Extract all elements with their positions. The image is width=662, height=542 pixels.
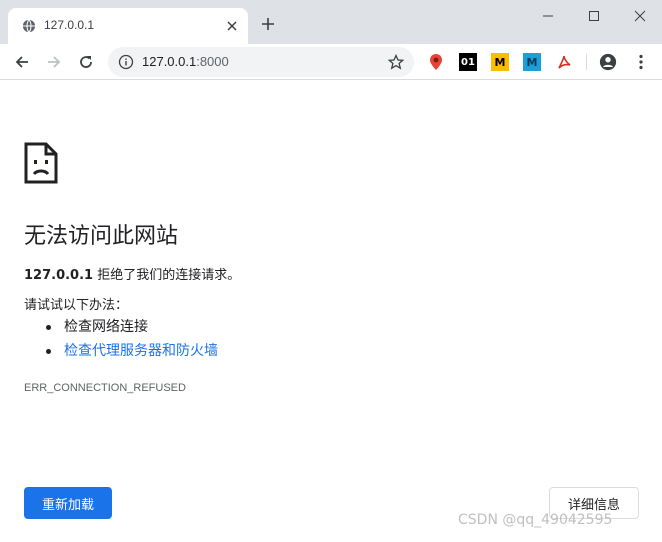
globe-icon bbox=[22, 19, 36, 33]
suggestions-title: 请试试以下办法： bbox=[24, 298, 129, 313]
tab-strip: 127.0.0.1 bbox=[0, 0, 662, 44]
error-code: ERR_CONNECTION_REFUSED bbox=[24, 382, 186, 394]
active-tab[interactable]: 127.0.0.1 bbox=[8, 8, 248, 44]
maximize-icon[interactable] bbox=[582, 4, 606, 28]
info-icon[interactable] bbox=[118, 54, 134, 70]
suggestion-check-proxy-link[interactable]: 检查代理服务器和防火墙 bbox=[24, 342, 218, 366]
ext-01-icon[interactable]: 01 bbox=[459, 53, 477, 71]
error-summary-text: 拒绝了我们的连接请求。 bbox=[93, 268, 241, 283]
sad-document-icon bbox=[24, 142, 58, 184]
error-heading: 无法访问此网站 bbox=[24, 224, 179, 249]
bullet bbox=[46, 349, 51, 354]
toolbar-separator bbox=[586, 54, 587, 70]
suggestion-link-text[interactable]: 检查代理服务器和防火墙 bbox=[64, 343, 218, 359]
profile-avatar-icon[interactable] bbox=[599, 53, 617, 71]
maps-pin-icon[interactable] bbox=[427, 53, 445, 71]
ext-m-yellow-icon[interactable]: M bbox=[491, 53, 509, 71]
address-bar[interactable]: 127.0.0.1:8000 bbox=[108, 47, 414, 77]
suggestions-list: 检查网络连接 检查代理服务器和防火墙 bbox=[24, 318, 218, 366]
error-summary: 127.0.0.1 拒绝了我们的连接请求。 bbox=[24, 264, 240, 283]
bookmark-star-icon[interactable] bbox=[388, 54, 404, 70]
back-arrow-icon[interactable] bbox=[10, 50, 34, 74]
suggestion-check-network: 检查网络连接 bbox=[24, 318, 218, 342]
tab-close-icon[interactable] bbox=[224, 18, 240, 34]
url-host: 127.0.0.1 bbox=[142, 54, 197, 69]
watermark-text: CSDN @qq_49042595 bbox=[458, 512, 613, 528]
bullet bbox=[46, 325, 51, 330]
error-host: 127.0.0.1 bbox=[24, 268, 94, 283]
ext-m-blue-icon[interactable]: M bbox=[523, 53, 541, 71]
minimize-icon[interactable] bbox=[536, 4, 560, 28]
suggestion-text: 检查网络连接 bbox=[64, 319, 148, 335]
error-page: 无法访问此网站 127.0.0.1 拒绝了我们的连接请求。 请试试以下办法： 检… bbox=[24, 80, 638, 542]
menu-kebab-icon[interactable] bbox=[632, 53, 650, 71]
reload-icon[interactable] bbox=[74, 50, 98, 74]
browser-toolbar: 127.0.0.1:8000 01 M M bbox=[0, 44, 662, 80]
tab-title: 127.0.0.1 bbox=[44, 18, 95, 32]
reload-button[interactable]: 重新加载 bbox=[24, 487, 112, 519]
close-window-icon[interactable] bbox=[628, 4, 652, 28]
acrobat-icon[interactable] bbox=[555, 53, 573, 71]
url-text[interactable]: 127.0.0.1:8000 bbox=[142, 54, 229, 69]
new-tab-plus-icon[interactable] bbox=[258, 14, 278, 34]
forward-arrow-icon[interactable] bbox=[42, 50, 66, 74]
url-port: :8000 bbox=[196, 54, 229, 69]
